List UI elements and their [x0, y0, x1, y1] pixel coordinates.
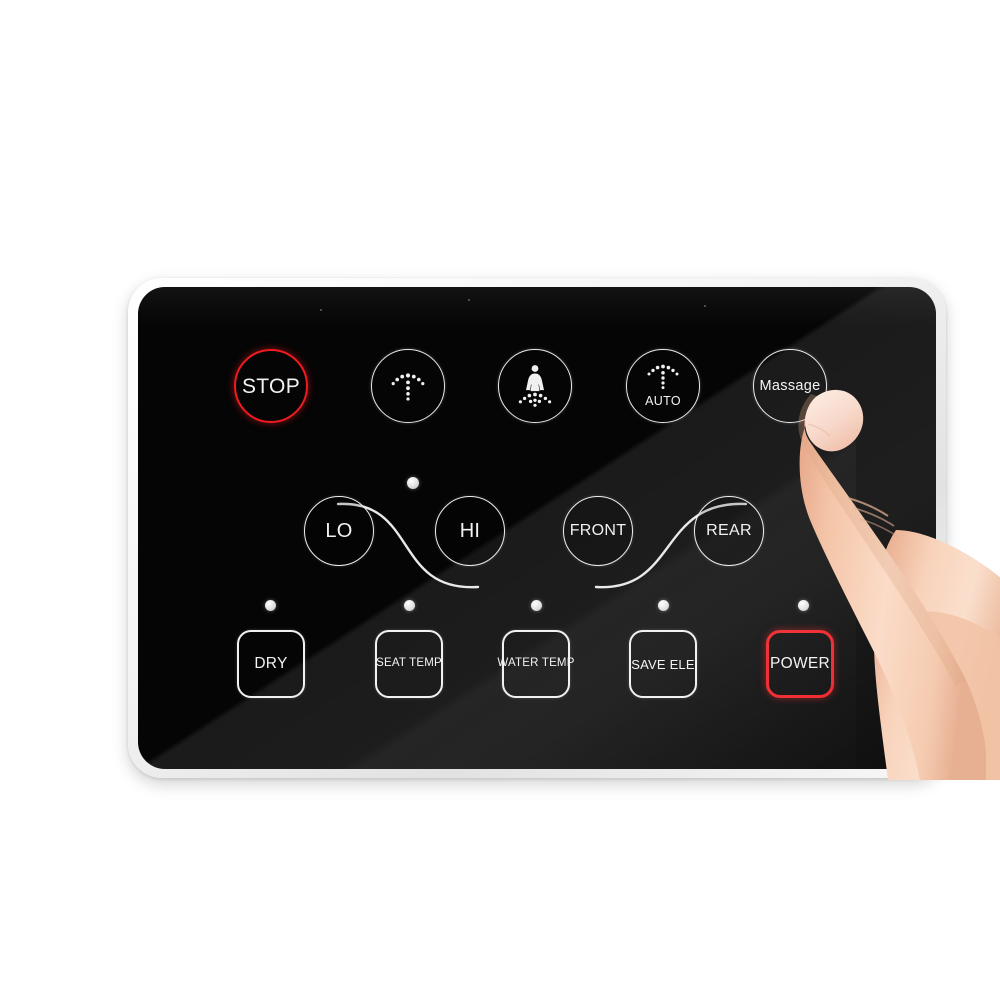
power-indicator-led: [798, 600, 809, 611]
dust-speck: [320, 309, 322, 311]
spray-nozzle-icon: [385, 363, 431, 409]
dry-button-label: DRY: [254, 655, 288, 673]
position-rear-label: REAR: [706, 522, 752, 539]
pressure-lo-button[interactable]: LO: [304, 496, 374, 566]
spray-nozzle-auto-icon: AUTO: [642, 361, 684, 408]
stop-button-label: STOP: [242, 374, 300, 398]
lady-wash-button[interactable]: [498, 349, 572, 423]
position-front-button[interactable]: FRONT: [563, 496, 633, 566]
rear-wash-button[interactable]: [371, 349, 445, 423]
control-panel-glass: STOP AUTO Massage LO HI FRONT REAR DRY S…: [138, 287, 936, 769]
dust-speck: [468, 299, 470, 301]
dust-speck: [704, 305, 706, 307]
pressure-lo-label: LO: [325, 520, 353, 542]
pressure-hi-label: HI: [459, 520, 481, 542]
seat-temp-indicator-led: [404, 600, 415, 611]
water-temp-button[interactable]: WATER TEMP: [497, 630, 574, 698]
massage-button[interactable]: Massage: [753, 349, 827, 423]
position-rear-button[interactable]: REAR: [694, 496, 764, 566]
dry-indicator-led: [265, 600, 276, 611]
water-temp-button-label: WATER TEMP: [497, 657, 575, 670]
massage-button-label: Massage: [759, 377, 821, 394]
glass-top-sheen: [138, 287, 936, 327]
seat-temp-button[interactable]: SEAT TEMP: [375, 630, 443, 698]
power-button-label: POWER: [769, 655, 831, 673]
seat-temp-button-label: SEAT TEMP: [376, 657, 442, 670]
stop-button[interactable]: STOP: [234, 349, 308, 423]
position-front-label: FRONT: [569, 522, 627, 539]
auto-button[interactable]: AUTO: [626, 349, 700, 423]
save-ele-button[interactable]: SAVE ELE: [629, 630, 697, 698]
glass-reflection-secondary: [138, 431, 857, 769]
pressure-hi-button[interactable]: HI: [435, 496, 505, 566]
control-panel-bezel: STOP AUTO Massage LO HI FRONT REAR DRY S…: [128, 278, 946, 778]
save-ele-button-label: SAVE ELE: [631, 656, 695, 672]
save-ele-indicator-led: [658, 600, 669, 611]
dry-button[interactable]: DRY: [237, 630, 305, 698]
water-temp-indicator-led: [531, 600, 542, 611]
female-bidet-icon: [512, 362, 558, 410]
auto-button-label: AUTO: [645, 394, 681, 409]
pressure-indicator-led: [407, 477, 419, 489]
power-button[interactable]: POWER: [766, 630, 834, 698]
